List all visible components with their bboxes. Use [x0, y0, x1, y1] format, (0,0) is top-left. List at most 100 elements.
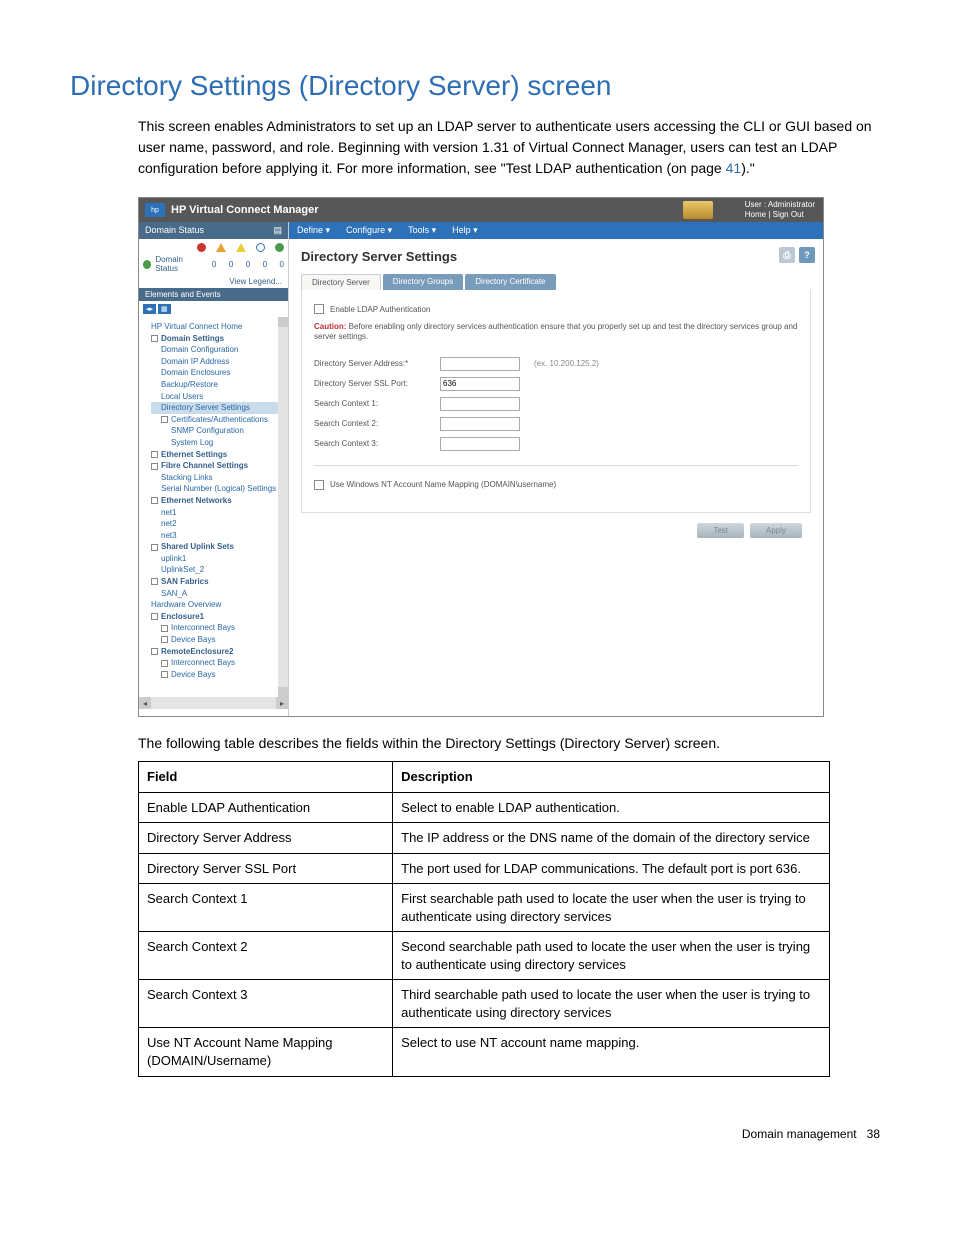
- form-input-4[interactable]: [440, 437, 520, 451]
- main-heading: Directory Server Settings ⎙ ?: [289, 239, 823, 274]
- tree-item[interactable]: Ethernet Settings: [151, 449, 286, 461]
- tree-item[interactable]: net2: [151, 518, 286, 530]
- user-links[interactable]: Home | Sign Out: [745, 210, 815, 220]
- tree-item[interactable]: net3: [151, 530, 286, 542]
- tree-item[interactable]: Enclosure1: [151, 611, 286, 623]
- form-label: Search Context 2:: [314, 419, 434, 428]
- tree-item[interactable]: net1: [151, 507, 286, 519]
- tabs-row: Directory ServerDirectory GroupsDirector…: [289, 274, 823, 290]
- nav-tree: HP Virtual Connect HomeDomain SettingsDo…: [139, 317, 288, 697]
- tree-item-label: Domain Enclosures: [161, 368, 230, 377]
- hp-logo-icon: hp: [145, 203, 165, 217]
- enable-ldap-checkbox[interactable]: [314, 304, 324, 314]
- form-label: Search Context 3:: [314, 439, 434, 448]
- menu-item[interactable]: Tools ▾: [408, 225, 436, 236]
- help-icon[interactable]: ?: [799, 247, 815, 263]
- print-icon[interactable]: ⎙: [779, 247, 795, 263]
- tree-item[interactable]: System Log: [151, 437, 286, 449]
- test-button[interactable]: Test: [697, 523, 744, 538]
- tree-item[interactable]: Serial Number (Logical) Settings: [151, 483, 286, 495]
- tree-item[interactable]: Local Users: [151, 391, 286, 403]
- tree-item[interactable]: Device Bays: [151, 634, 286, 646]
- menu-item[interactable]: Define ▾: [297, 225, 330, 236]
- tree-square-icon: [151, 335, 158, 342]
- table-cell: Search Context 1: [139, 884, 393, 932]
- form-input-0[interactable]: [440, 357, 520, 371]
- status-ok-icon: [143, 260, 151, 269]
- menu-item[interactable]: Configure ▾: [346, 225, 392, 236]
- page-link-41[interactable]: 41: [726, 160, 742, 176]
- tree-item[interactable]: Domain Configuration: [151, 344, 286, 356]
- tree-item-label: Serial Number (Logical) Settings: [161, 484, 276, 493]
- left-tab-2[interactable]: ▦: [158, 304, 171, 314]
- tree-item[interactable]: Domain IP Address: [151, 356, 286, 368]
- tree-item-label: Interconnect Bays: [171, 623, 235, 632]
- count-2: 0: [246, 260, 250, 269]
- tree-item[interactable]: Domain Settings: [151, 333, 286, 345]
- form-label: Search Context 1:: [314, 399, 434, 408]
- tree-item[interactable]: Stacking Links: [151, 472, 286, 484]
- tree-item[interactable]: Backup/Restore: [151, 379, 286, 391]
- th-field: Field: [139, 762, 393, 793]
- menu-item[interactable]: Help ▾: [452, 225, 478, 236]
- tab-directory-certificate[interactable]: Directory Certificate: [465, 274, 555, 290]
- apply-button[interactable]: Apply: [750, 523, 802, 538]
- left-tab-1[interactable]: ◂▸: [143, 304, 156, 314]
- h-scrollbar[interactable]: ◂▸: [139, 697, 288, 709]
- footer-page-number: 38: [867, 1127, 880, 1141]
- table-cell: Second searchable path used to locate th…: [393, 932, 830, 980]
- tree-square-icon: [151, 613, 158, 620]
- tab-content-directory-server: Enable LDAP Authentication Caution: Befo…: [301, 290, 811, 513]
- view-legend-link[interactable]: View Legend...: [139, 275, 288, 288]
- caution-body: Before enabling only directory services …: [314, 322, 797, 341]
- tree-item[interactable]: Interconnect Bays: [151, 657, 286, 669]
- tree-item[interactable]: Domain Enclosures: [151, 367, 286, 379]
- count-3: 0: [263, 260, 267, 269]
- tree-item-label: Domain IP Address: [161, 357, 229, 366]
- field-description-table: Field Description Enable LDAP Authentica…: [138, 761, 830, 1077]
- tree-item[interactable]: UplinkSet_2: [151, 564, 286, 576]
- tree-item-label: Domain Configuration: [161, 345, 238, 354]
- tree-item[interactable]: Directory Server Settings: [151, 402, 286, 414]
- status-major-icon: [216, 243, 226, 252]
- table-row: Enable LDAP AuthenticationSelect to enab…: [139, 792, 830, 823]
- tree-item-label: SAN Fabrics: [161, 577, 209, 586]
- table-row: Use NT Account Name Mapping (DOMAIN/User…: [139, 1028, 830, 1076]
- tree-item[interactable]: SAN_A: [151, 588, 286, 600]
- tree-item[interactable]: uplink1: [151, 553, 286, 565]
- tree-square-icon: [151, 497, 158, 504]
- tree-square-icon: [161, 416, 168, 423]
- panel-collapse-icon[interactable]: ▤: [273, 225, 282, 236]
- form-row: Search Context 2:: [314, 417, 798, 431]
- table-cell: Directory Server SSL Port: [139, 853, 393, 884]
- tab-directory-groups[interactable]: Directory Groups: [383, 274, 463, 290]
- tree-item[interactable]: Shared Uplink Sets: [151, 541, 286, 553]
- table-row: Directory Server SSL PortThe port used f…: [139, 853, 830, 884]
- status-critical-icon: [197, 243, 206, 252]
- tree-item[interactable]: Fibre Channel Settings: [151, 460, 286, 472]
- tree-item[interactable]: Interconnect Bays: [151, 622, 286, 634]
- main-panel: Define ▾ Configure ▾ Tools ▾ Help ▾ Directo…: [289, 222, 823, 716]
- tree-item[interactable]: Certificates/Authentications: [151, 414, 286, 426]
- tree-item[interactable]: Hardware Overview: [151, 599, 286, 611]
- page-title: Directory Settings (Directory Server) sc…: [70, 70, 884, 102]
- tree-item-label: Interconnect Bays: [171, 658, 235, 667]
- tree-item[interactable]: Ethernet Networks: [151, 495, 286, 507]
- form-row: Directory Server SSL Port:: [314, 377, 798, 391]
- tab-directory-server[interactable]: Directory Server: [301, 274, 381, 290]
- nt-mapping-checkbox[interactable]: [314, 480, 324, 490]
- tree-item[interactable]: HP Virtual Connect Home: [151, 321, 286, 333]
- form-input-3[interactable]: [440, 417, 520, 431]
- form-input-2[interactable]: [440, 397, 520, 411]
- caution-text: Caution: Before enabling only directory …: [314, 322, 798, 343]
- menubar: Define ▾ Configure ▾ Tools ▾ Help ▾: [289, 222, 823, 239]
- tree-scrollbar[interactable]: [278, 317, 288, 697]
- count-0: 0: [212, 260, 216, 269]
- tree-item[interactable]: SAN Fabrics: [151, 576, 286, 588]
- user-name-label: User : Administrator: [745, 200, 815, 210]
- tree-item[interactable]: SNMP Configuration: [151, 425, 286, 437]
- tree-item[interactable]: Device Bays: [151, 669, 286, 681]
- form-input-1[interactable]: [440, 377, 520, 391]
- tree-item[interactable]: RemoteEnclosure2: [151, 646, 286, 658]
- intro-paragraph: This screen enables Administrators to se…: [138, 116, 884, 179]
